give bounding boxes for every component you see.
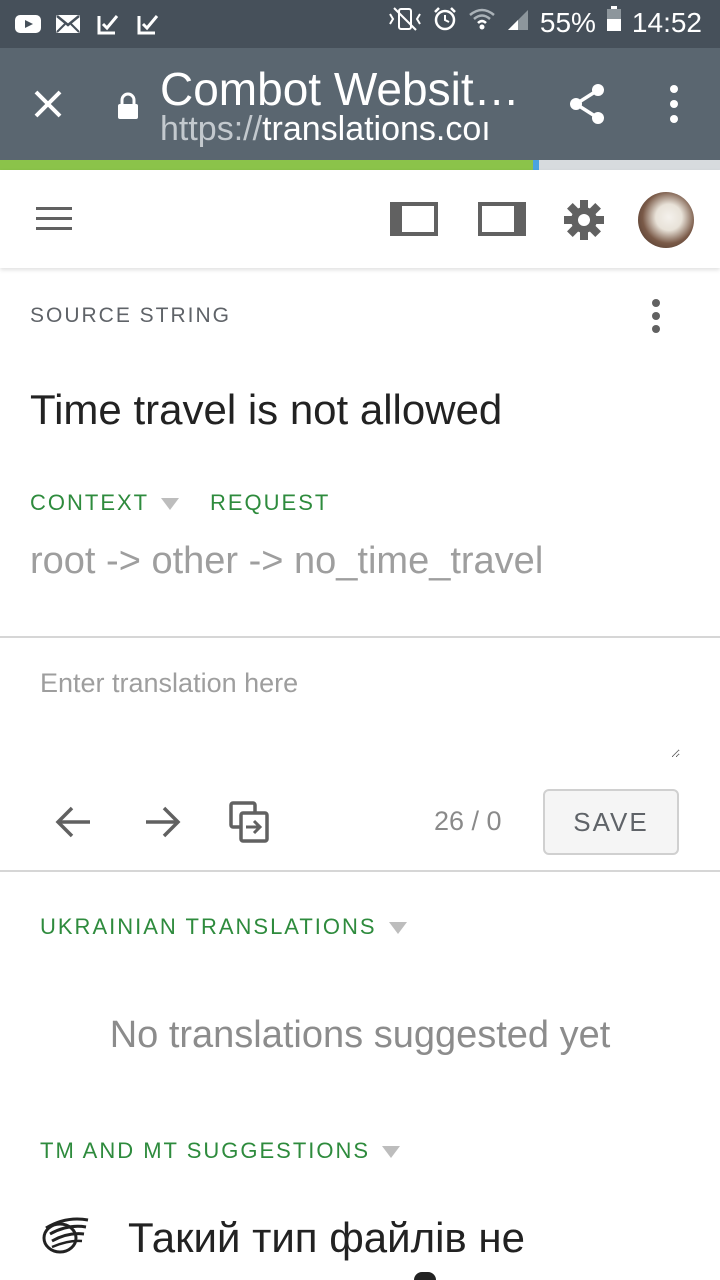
- source-more-vert-icon[interactable]: [646, 298, 666, 338]
- status-time: 14:52: [631, 6, 702, 38]
- battery-icon: [606, 6, 622, 39]
- ukrainian-translations-label: UKRAINIAN TRANSLATIONS: [40, 914, 377, 939]
- signal-icon: [506, 7, 530, 39]
- translation-input[interactable]: [40, 668, 680, 758]
- divider: [0, 870, 720, 872]
- mail-icon: [54, 10, 82, 38]
- suggestion-text[interactable]: Такий тип файлів не: [128, 1214, 525, 1262]
- source-string-label: SOURCE STRING: [30, 304, 232, 327]
- url-host: translations.coı: [262, 110, 491, 148]
- custom-tab-toolbar: Combot Websit… https://translations.coı: [0, 48, 720, 160]
- left-panel-toggle-icon[interactable]: [390, 202, 438, 236]
- progress-fill: [0, 160, 533, 170]
- share-icon[interactable]: [566, 82, 610, 126]
- context-path: root -> other -> no_time_travel: [30, 540, 544, 582]
- vibrate-icon: [388, 6, 422, 39]
- page-url[interactable]: https://translations.coı: [160, 110, 530, 149]
- page-title: Combot Websit…: [160, 63, 520, 115]
- no-translations-message: No translations suggested yet: [109, 1014, 611, 1056]
- url-scheme: https://: [160, 110, 263, 148]
- check-icon: [94, 10, 122, 38]
- save-button[interactable]: SAVE: [543, 789, 679, 855]
- context-toggle[interactable]: CONTEXT: [30, 490, 180, 516]
- wifi-icon: [468, 6, 496, 39]
- user-avatar[interactable]: [638, 192, 694, 248]
- next-line-glyph-fragment: [414, 1272, 436, 1280]
- character-counter: 26 / 0: [434, 806, 502, 836]
- app-toolbar: [0, 170, 720, 268]
- hamburger-menu-icon[interactable]: [34, 204, 74, 234]
- tm-mt-suggestions-label: TM AND MT SUGGESTIONS: [40, 1138, 371, 1163]
- request-link[interactable]: REQUEST: [210, 490, 330, 516]
- more-vert-icon[interactable]: [660, 82, 688, 126]
- check-icon: [134, 10, 162, 38]
- youtube-icon: [14, 10, 42, 38]
- settings-gear-icon[interactable]: [562, 198, 606, 242]
- right-panel-toggle-icon[interactable]: [478, 202, 526, 236]
- alarm-icon: [432, 6, 458, 39]
- lock-icon: [116, 92, 140, 120]
- tm-mt-suggestions-header[interactable]: TM AND MT SUGGESTIONS: [40, 1138, 401, 1164]
- close-icon[interactable]: [26, 82, 70, 126]
- context-dropdown-icon: [161, 498, 180, 511]
- status-bar: 55% 14:52: [0, 0, 720, 48]
- copy-source-icon[interactable]: [228, 800, 272, 844]
- previous-arrow-icon[interactable]: [52, 800, 96, 844]
- progress-tip: [533, 160, 539, 170]
- page-load-progress: [0, 160, 720, 170]
- ukrainian-translations-header[interactable]: UKRAINIAN TRANSLATIONS: [40, 914, 407, 940]
- translation-memory-icon: [38, 1214, 90, 1256]
- ukrainian-dropdown-icon: [388, 922, 407, 935]
- source-string-text: Time travel is not allowed: [30, 386, 503, 433]
- context-label: CONTEXT: [30, 490, 150, 515]
- suggestions-dropdown-icon: [382, 1146, 401, 1159]
- battery-percent: 55%: [539, 6, 596, 38]
- divider: [0, 636, 720, 638]
- next-arrow-icon[interactable]: [140, 800, 184, 844]
